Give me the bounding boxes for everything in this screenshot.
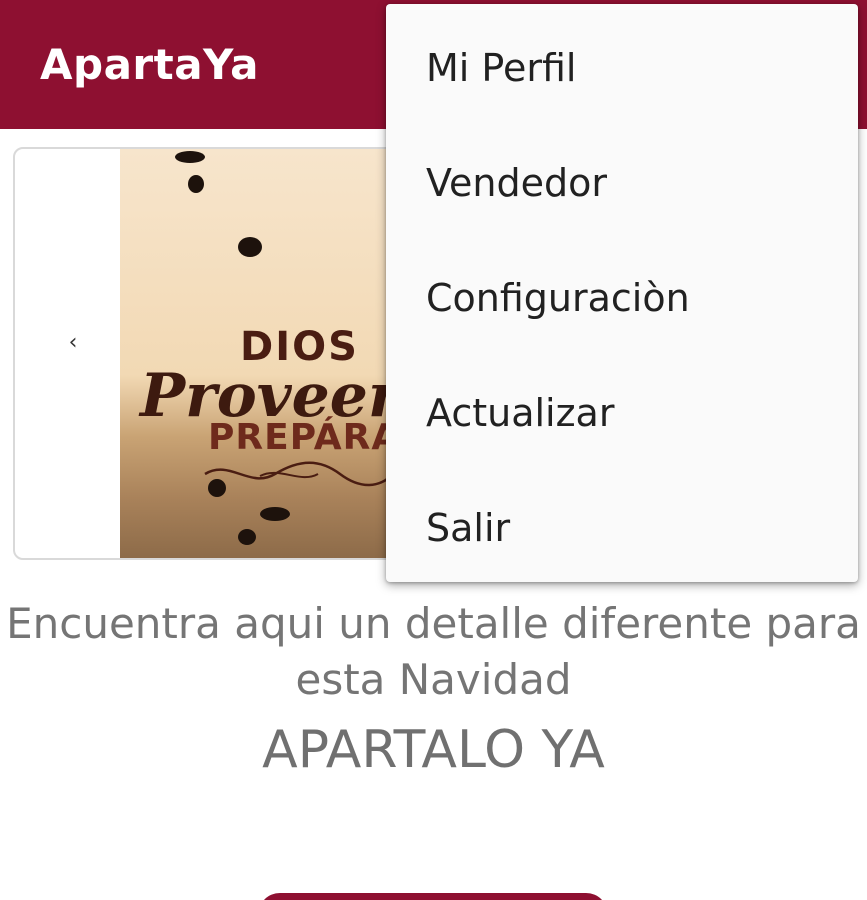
app-title: ApartaYa — [40, 40, 259, 89]
coffee-bean — [238, 529, 256, 545]
ornament-flourish — [204, 461, 396, 487]
banner-carousel[interactable]: ‹ DIOS Proveer PREPÁRAT — [13, 147, 433, 560]
headline-text: APARTALO YA — [262, 720, 605, 780]
menu-item-actualizar[interactable]: Actualizar — [386, 355, 858, 470]
coffee-bean — [260, 507, 290, 521]
chevron-left-icon[interactable]: ‹ — [63, 329, 83, 357]
action-button[interactable] — [258, 893, 608, 900]
overflow-menu: Mi Perfil Vendedor Configuraciòn Actuali… — [386, 4, 858, 582]
menu-item-vendedor[interactable]: Vendedor — [386, 125, 858, 240]
coffee-bean — [175, 151, 205, 163]
coffee-bean — [188, 175, 204, 193]
tagline-text: Encuentra aqui un detalle diferente para… — [6, 599, 861, 704]
menu-item-mi-perfil[interactable]: Mi Perfil — [386, 10, 858, 125]
coffee-bean — [238, 237, 262, 257]
menu-item-salir[interactable]: Salir — [386, 470, 858, 585]
menu-item-configuracion[interactable]: Configuraciòn — [386, 240, 858, 355]
